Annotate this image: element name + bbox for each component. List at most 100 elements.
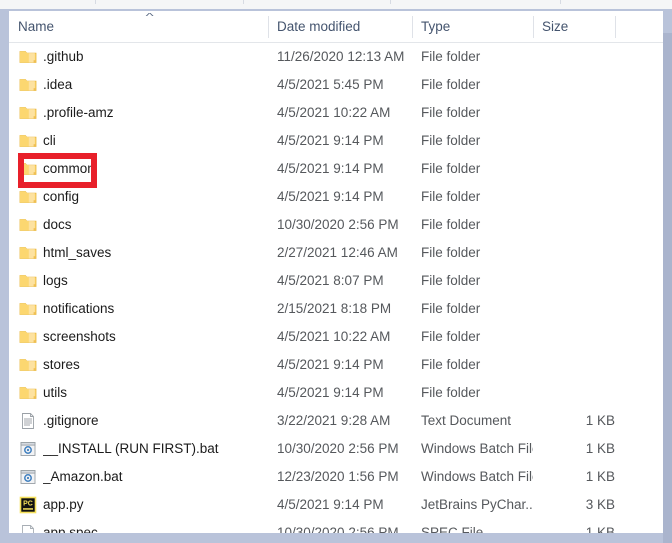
cell-date-modified: 4/5/2021 10:22 AM xyxy=(277,329,391,344)
cell-type: File folder xyxy=(421,245,481,260)
cell-size: 1 KB xyxy=(585,469,615,484)
cell-size xyxy=(533,351,615,379)
column-header-name[interactable]: Name xyxy=(18,11,268,42)
file-list-view[interactable]: ^ Name Date modified Type Size .github 11… xyxy=(9,11,663,533)
cell-size xyxy=(533,43,615,71)
cell-type: File folder xyxy=(421,189,481,204)
cell-size xyxy=(533,99,615,127)
table-row[interactable]: notifications 2/15/2021 8:18 PM File folde… xyxy=(9,295,663,323)
column-divider-type[interactable] xyxy=(533,16,534,38)
folder-icon xyxy=(19,76,37,94)
cell-name: common xyxy=(43,161,95,176)
cell-size xyxy=(533,155,615,183)
table-row[interactable]: stores 4/5/2021 9:14 PM File folder xyxy=(9,351,663,379)
table-row[interactable]: app.spec 10/30/2020 2:56 PM SPEC File 1 KB xyxy=(9,519,663,533)
table-row[interactable]: docs 10/30/2020 2:56 PM File folder xyxy=(9,211,663,239)
cell-name: screenshots xyxy=(43,329,116,344)
table-row[interactable]: .github 11/26/2020 12:13 AM File folder xyxy=(9,43,663,71)
folder-icon xyxy=(19,272,37,290)
column-header-size[interactable]: Size xyxy=(542,11,616,42)
cell-date-modified: 4/5/2021 9:14 PM xyxy=(277,133,384,148)
table-row[interactable]: cli 4/5/2021 9:14 PM File folder xyxy=(9,127,663,155)
cell-date-modified: 10/30/2020 2:56 PM xyxy=(277,525,399,533)
cell-type: File folder xyxy=(421,49,481,64)
cell-size: 3 KB xyxy=(585,497,615,512)
blank-file-icon xyxy=(19,524,37,533)
cell-type: SPEC File xyxy=(421,525,484,533)
folder-icon xyxy=(19,244,37,262)
cell-name: logs xyxy=(43,273,68,288)
cell-date-modified: 10/30/2020 2:56 PM xyxy=(277,441,399,456)
cell-date-modified: 10/30/2020 2:56 PM xyxy=(277,217,399,232)
svg-text:PC: PC xyxy=(23,501,33,508)
cell-name: .profile-amz xyxy=(43,105,114,120)
table-row[interactable]: _Amazon.bat 12/23/2020 1:56 PM Windows Bat… xyxy=(9,463,663,491)
column-header-date-modified[interactable]: Date modified xyxy=(277,11,413,42)
table-row[interactable]: __INSTALL (RUN FIRST).bat 10/30/2020 2:56… xyxy=(9,435,663,463)
batch-file-icon xyxy=(19,440,37,458)
cell-type: File folder xyxy=(421,357,481,372)
cell-size xyxy=(533,379,615,407)
table-row[interactable]: PC app.py 4/5/2021 9:14 PM JetBrains PyChar… xyxy=(9,491,663,519)
cell-name: cli xyxy=(43,133,56,148)
table-row[interactable]: logs 4/5/2021 8:07 PM File folder xyxy=(9,267,663,295)
cell-name: .gitignore xyxy=(43,413,99,428)
cell-type: File folder xyxy=(421,133,481,148)
column-divider-size[interactable] xyxy=(615,16,616,38)
cell-date-modified: 11/26/2020 12:13 AM xyxy=(277,49,405,64)
cell-name: notifications xyxy=(43,301,115,316)
cell-size: 1 KB xyxy=(585,441,615,456)
table-row[interactable]: common 4/5/2021 9:14 PM File folder xyxy=(9,155,663,183)
cell-date-modified: 4/5/2021 9:14 PM xyxy=(277,385,384,400)
cell-type: Windows Batch File xyxy=(421,441,533,456)
cell-size xyxy=(533,127,615,155)
cell-type: File folder xyxy=(421,385,481,400)
cell-name: .github xyxy=(43,49,84,64)
cell-date-modified: 4/5/2021 9:14 PM xyxy=(277,189,384,204)
table-row[interactable]: utils 4/5/2021 9:14 PM File folder xyxy=(9,379,663,407)
folder-icon xyxy=(19,104,37,122)
cell-name: utils xyxy=(43,385,68,400)
cell-type: Windows Batch File xyxy=(421,469,533,484)
cell-size xyxy=(533,211,615,239)
cell-name: stores xyxy=(43,357,80,372)
cell-type: File folder xyxy=(421,217,481,232)
table-row[interactable]: .idea 4/5/2021 5:45 PM File folder xyxy=(9,71,663,99)
cell-date-modified: 4/5/2021 8:07 PM xyxy=(277,273,384,288)
cell-date-modified: 3/22/2021 9:28 AM xyxy=(277,413,391,428)
cell-name: app.spec xyxy=(43,525,98,533)
column-header-row: ^ Name Date modified Type Size xyxy=(9,11,663,43)
folder-icon xyxy=(19,48,37,66)
cell-size xyxy=(533,323,615,351)
file-explorer-window: ^ Name Date modified Type Size .github 11… xyxy=(0,0,672,543)
folder-icon xyxy=(19,328,37,346)
folder-icon xyxy=(19,216,37,234)
table-row[interactable]: .gitignore 3/22/2021 9:28 AM Text Document… xyxy=(9,407,663,435)
table-row[interactable]: html_saves 2/27/2021 12:46 AM File folder xyxy=(9,239,663,267)
cell-size: 1 KB xyxy=(585,525,615,533)
column-divider-name[interactable] xyxy=(268,16,269,38)
cell-name: app.py xyxy=(43,497,84,512)
column-divider-date[interactable] xyxy=(412,16,413,38)
cell-date-modified: 4/5/2021 9:14 PM xyxy=(277,497,384,512)
table-row[interactable]: .profile-amz 4/5/2021 10:22 AM File folder xyxy=(9,99,663,127)
cell-size: 1 KB xyxy=(585,413,615,428)
cell-type: File folder xyxy=(421,105,481,120)
cell-date-modified: 4/5/2021 10:22 AM xyxy=(277,105,391,120)
vertical-scrollbar[interactable] xyxy=(663,33,672,543)
cell-size xyxy=(533,267,615,295)
batch-file-icon xyxy=(19,468,37,486)
cell-name: _Amazon.bat xyxy=(43,469,123,484)
cell-date-modified: 4/5/2021 9:14 PM xyxy=(277,161,384,176)
cell-type: JetBrains PyChar... xyxy=(421,497,533,512)
folder-icon xyxy=(19,188,37,206)
cell-date-modified: 12/23/2020 1:56 PM xyxy=(277,469,399,484)
table-row[interactable]: screenshots 4/5/2021 10:22 AM File folder xyxy=(9,323,663,351)
column-header-type[interactable]: Type xyxy=(421,11,533,42)
table-row[interactable]: config 4/5/2021 9:14 PM File folder xyxy=(9,183,663,211)
folder-icon xyxy=(19,132,37,150)
cell-type: File folder xyxy=(421,161,481,176)
cell-name: __INSTALL (RUN FIRST).bat xyxy=(43,441,219,456)
cell-type: Text Document xyxy=(421,413,512,428)
folder-icon xyxy=(19,160,37,178)
